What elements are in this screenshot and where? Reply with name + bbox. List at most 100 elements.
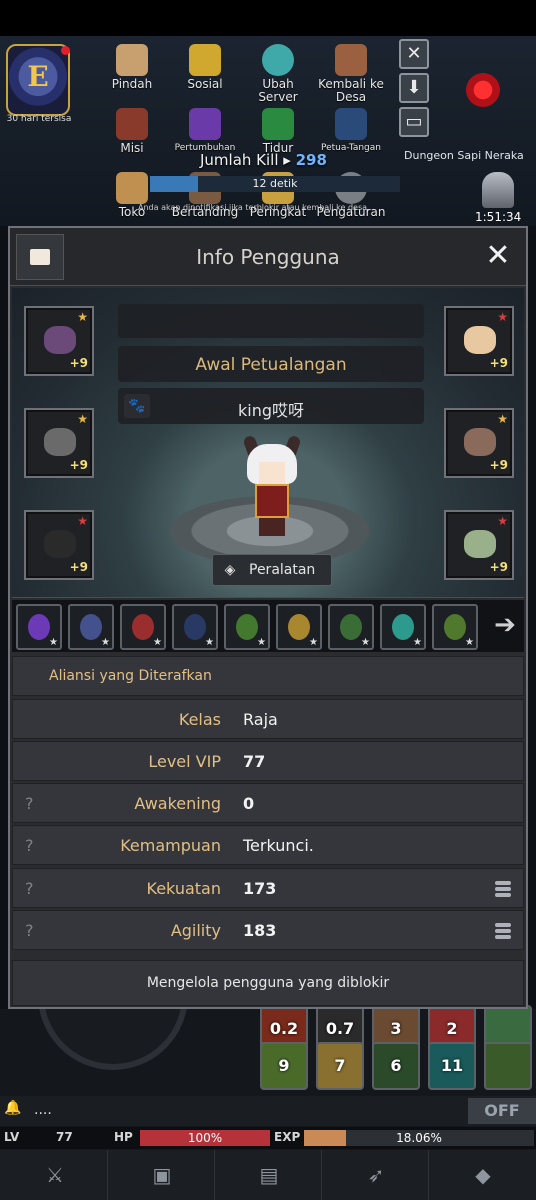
stack-icon[interactable] [495,923,511,939]
golden-orb-skill[interactable]: ★ [276,604,322,650]
nav-scroll[interactable]: ▤ [216,1150,322,1200]
alliance-row[interactable]: Aliansi yang Diterafkan [12,656,524,696]
manage-blocked-users-button[interactable]: Mengelola pengguna yang diblokir [12,960,524,1006]
star-icon: ★ [153,637,162,648]
character-scene: ★ +9 ★ +9 ★ +9 ★ +9 ★ +9 ★ +9 Awal Petua… [12,288,524,598]
shield-crest-skill-icon [80,614,102,640]
stack-icon[interactable] [495,881,511,897]
star-icon: ★ [497,310,508,324]
shuriken-icon [44,326,76,354]
menu-pertumbuhan[interactable]: Pertumbuhan [170,108,240,155]
skill-bar: ★ ★ ★ ★ ★ ★ ★ ★ ★ ➔ [12,600,524,652]
action-skill-9[interactable]: 11 [428,1042,476,1090]
help-icon[interactable]: ? [25,921,34,940]
kill-counter: Jumlah Kill ▸ 298 [200,151,327,169]
leaf-ring-skill[interactable]: ★ [328,604,374,650]
stag-antler-skill[interactable]: ★ [432,604,478,650]
dark-orb-icon [44,530,76,558]
lv-label: LV [4,1130,20,1144]
star-icon: ★ [361,637,370,648]
hp-label: HP [114,1130,133,1144]
stat-row-kemampuan: ? Kemampuan Terkunci. [12,825,524,865]
action-skill-10[interactable] [484,1042,532,1090]
spirit-arrow-skill[interactable]: ★ [380,604,426,650]
star-icon: ★ [77,412,88,426]
help-icon[interactable]: ? [25,879,34,898]
kill-count: 298 [295,151,327,169]
star-icon: ★ [309,637,318,648]
nav-weapon[interactable]: ⚔ [2,1150,108,1200]
nav-armor[interactable]: ▣ [109,1150,215,1200]
shield-crest-skill[interactable]: ★ [68,604,114,650]
star-icon: ★ [497,412,508,426]
close-button[interactable]: ✕ [480,240,516,274]
star-icon: ★ [465,637,474,648]
armor-icon: ▣ [152,1163,172,1187]
exp-label: EXP [274,1130,301,1144]
help-icon[interactable]: ? [25,794,34,813]
equipment-button[interactable]: ◈ Peralatan [212,554,332,586]
notification-dot [61,46,70,55]
equip-slot-left-2[interactable]: ★ +9 [24,408,94,478]
action-skill-6[interactable]: 9 [260,1042,308,1090]
guild-days-remaining: 30 hari tersisa [6,114,72,124]
equip-slot-left-3[interactable]: ★ +9 [24,510,94,580]
help-icon[interactable]: ? [25,836,34,855]
knight-helmet-icon[interactable] [482,172,514,208]
moonlight-skill[interactable]: ★ [172,604,218,650]
whetstone-icon [464,428,496,456]
menu-misi[interactable]: Misi [97,108,167,155]
battery-icon [262,108,294,140]
menu-kembali-ke-desa[interactable]: Kembali ke Desa [316,44,386,104]
action-skill-8[interactable]: 6 [372,1042,420,1090]
lv-value: 77 [56,1130,73,1144]
shadow-strike-skill[interactable]: ★ [16,604,62,650]
notice-text: Anda akan dinotifikasi jika terblokir at… [138,203,370,212]
hud-close-button[interactable]: ✕ [399,39,429,69]
equip-slot-right-3[interactable]: ★ +9 [444,510,514,580]
ring-icon [464,530,496,558]
star-icon: ★ [49,637,58,648]
nature-staff-skill-icon [236,614,258,640]
exp-value: 18.06% [396,1131,442,1145]
auto-toggle[interactable]: OFF [468,1098,536,1124]
nav-pet[interactable]: ➶ [323,1150,429,1200]
pet-icon: ➶ [367,1163,385,1187]
star-icon: ★ [413,637,422,648]
menu-tidur[interactable]: Tidur [243,108,313,155]
download-button[interactable]: ⬇ [399,73,429,103]
equip-slot-left-1[interactable]: ★ +9 [24,306,94,376]
blood-heal-skill[interactable]: ★ [120,604,166,650]
empty-field [118,304,424,338]
nav-gem[interactable]: ◆ [430,1150,536,1200]
alliance-label: Aliansi yang Diterafkan [49,668,212,684]
guild-emblem[interactable]: E [6,44,70,116]
dungeon-name: Dungeon Sapi Neraka [404,149,524,162]
player-title: Awal Petualangan [195,355,347,375]
chevron-right-icon[interactable]: ➔ [490,610,520,640]
chat-bar[interactable] [0,1096,536,1126]
stat-row-kekuatan: ? Kekuatan 173 [12,868,524,908]
player-name: king哎呀 [237,401,304,420]
inbox-button[interactable]: ▭ [399,107,429,137]
boss-icon[interactable] [460,70,506,110]
action-skill-7[interactable]: 7 [316,1042,364,1090]
equip-slot-right-2[interactable]: ★ +9 [444,408,514,478]
quest-book-icon [116,108,148,140]
menu-pindah[interactable]: Pindah [97,44,167,91]
star-icon: ★ [205,637,214,648]
nature-staff-skill[interactable]: ★ [224,604,270,650]
title-field: Awal Petualangan [118,346,424,382]
spirit-arrow-skill-icon [392,614,414,640]
menu-petua-tangan[interactable]: Petua-Tangan [316,108,386,155]
sword-icon: ⚔ [46,1163,64,1187]
menu-ubah-server[interactable]: Ubah Server [243,44,313,104]
bell-icon[interactable]: 🔔 [4,1100,21,1116]
bread-icon [464,326,496,354]
name-field: 🐾 king哎呀 [118,388,424,424]
menu-sosial[interactable]: Sosial [170,44,240,91]
equip-slot-right-1[interactable]: ★ +9 [444,306,514,376]
stat-row-awakening: ? Awakening 0 [12,783,524,823]
stat-row-agility: ? Agility 183 [12,910,524,950]
hp-value: 100% [187,1131,223,1145]
